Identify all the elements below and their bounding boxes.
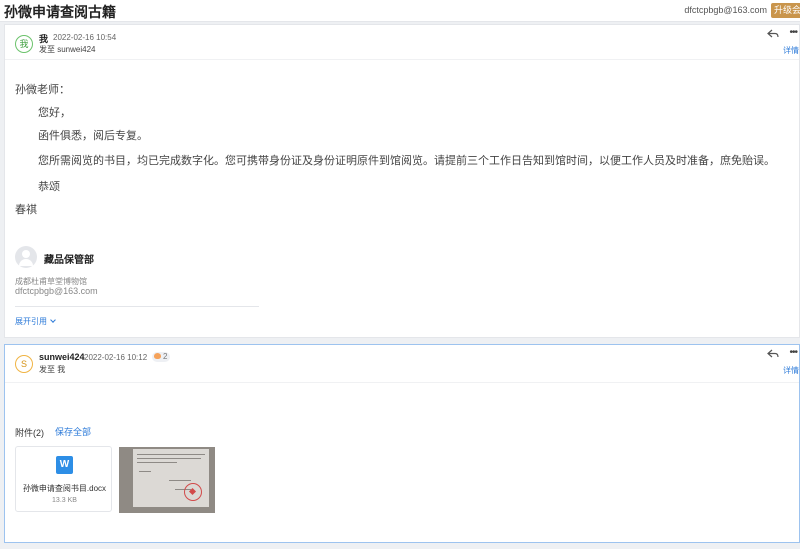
header-divider [5, 59, 799, 60]
chevron-down-icon [50, 317, 56, 323]
signature-email: dfctcpbgb@163.com [15, 286, 98, 296]
expand-quote-label: 展开引用 [15, 317, 47, 326]
mail-subject: 孙微申请查阅古籍 [4, 4, 116, 20]
recipient-line: 发至 我 [39, 365, 66, 374]
attachment-filename: 孙微申请查阅书目.docx [22, 484, 107, 493]
letter-greeting: 孙微老师： [15, 83, 70, 96]
top-bar: 孙微申请查阅古籍 dfctcpbgb@163.com 升级会员 [0, 0, 800, 22]
expand-quote-button[interactable]: 展开引用 [15, 316, 56, 327]
sender-avatar[interactable]: 我 [15, 35, 33, 53]
fire-icon [154, 353, 161, 359]
signature-avatar-icon [15, 246, 37, 268]
sender-name[interactable]: sunwei424 [39, 352, 85, 362]
heat-badge: 2 [152, 352, 171, 362]
letter-line: 您好， [38, 106, 71, 119]
recipient-line: 发至 sunwei424 [39, 45, 96, 54]
letter-line: 函件俱悉，阅后专复。 [38, 129, 148, 142]
save-all-button[interactable]: 保存全部 [55, 425, 91, 438]
reply-icon[interactable] [767, 348, 779, 360]
red-seal-stamp [184, 483, 202, 501]
detail-link[interactable]: 详情 [783, 45, 799, 56]
message-card-original: S sunwei424 2022-02-16 10:12 2 发至 我 ••• … [4, 344, 800, 543]
account-email[interactable]: dfctcpbgb@163.com [684, 5, 767, 15]
upgrade-button[interactable]: 升级会员 [771, 3, 800, 18]
letter-closing: 春祺 [15, 203, 37, 216]
more-options-icon[interactable]: ••• [789, 27, 797, 38]
attachment-image-thumbnail[interactable] [119, 447, 215, 513]
badge-count: 2 [163, 352, 168, 361]
header-divider [5, 382, 799, 383]
attachment-filesize: 13.3 KB [52, 497, 77, 504]
letter-closing: 恭颂 [38, 180, 60, 193]
word-file-icon: W [56, 456, 73, 474]
message-card-reply: 我 我 2022-02-16 10:54 发至 sunwei424 ••• 详情… [4, 24, 800, 338]
more-options-icon[interactable]: ••• [789, 347, 797, 358]
signature-name: 藏品保管部 [44, 255, 94, 266]
document-photo [133, 449, 209, 507]
reply-icon[interactable] [767, 28, 779, 40]
detail-link[interactable]: 详情 [783, 365, 799, 376]
letter-line: 您所需阅览的书目，均已完成数字化。您可携带身份证及身份证明原件到馆阅览。请提前三… [38, 154, 775, 167]
sender-avatar[interactable]: S [15, 355, 33, 373]
attachment-docx[interactable]: W 孙微申请查阅书目.docx 13.3 KB [15, 446, 112, 512]
attachments-label: 附件(2) [15, 428, 44, 438]
message-date: 2022-02-16 10:12 [84, 353, 148, 362]
signature-divider [15, 306, 259, 307]
message-date: 2022-02-16 10:54 [53, 33, 117, 42]
